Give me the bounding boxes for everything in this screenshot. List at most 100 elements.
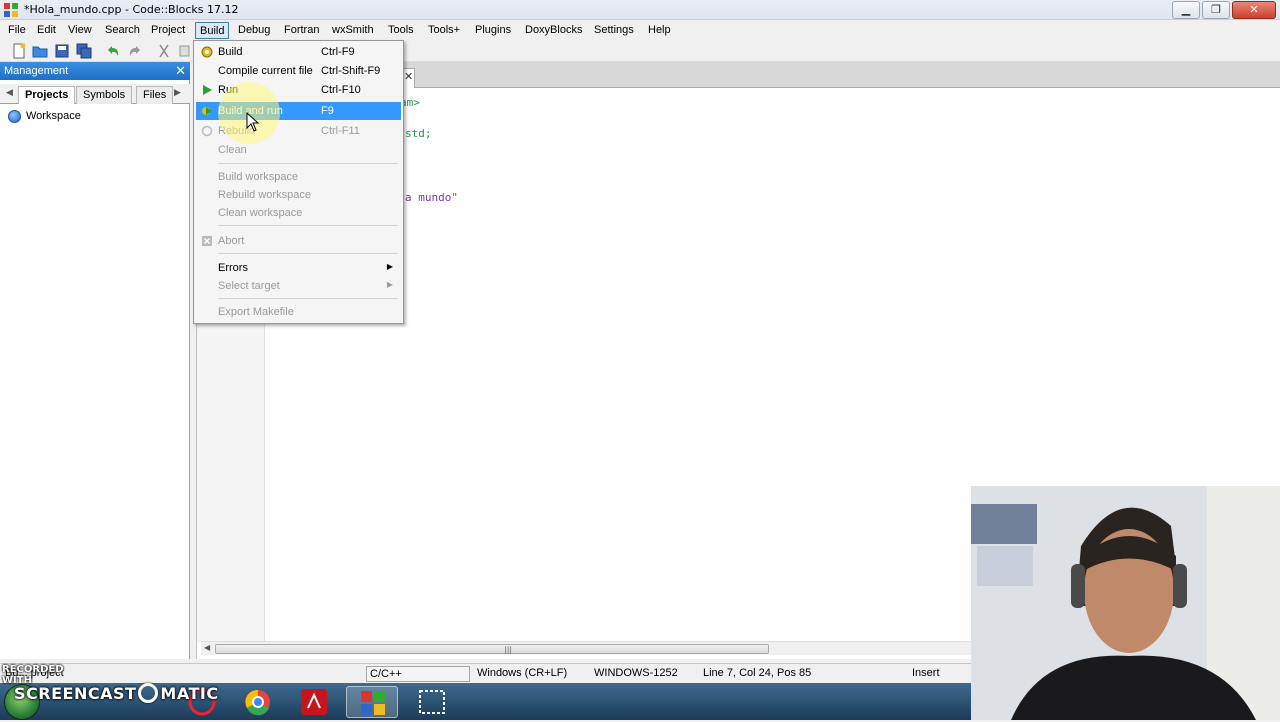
menu-item-abort[interactable]: Abort <box>196 232 401 250</box>
media-player-taskbar-icon[interactable] <box>176 686 228 718</box>
menu-separator <box>218 225 398 226</box>
management-panel: Management ✕ ◀ Projects Symbols Files ▶ … <box>0 62 190 659</box>
minimize-button[interactable]: ▁ <box>1172 1 1200 19</box>
tab-symbols[interactable]: Symbols <box>76 86 133 104</box>
acrobat-icon <box>301 689 327 715</box>
codeblocks-app-icon <box>4 3 18 17</box>
new-file-icon[interactable] <box>11 43 27 59</box>
menu-edit[interactable]: Edit <box>33 22 60 39</box>
menu-search[interactable]: Search <box>101 22 144 39</box>
menu-item-build-workspace[interactable]: Build workspace <box>196 168 401 186</box>
acrobat-taskbar-icon[interactable] <box>288 686 340 718</box>
status-line-endings: Windows (CR+LF) <box>477 667 568 679</box>
menu-item-label: Build workspace <box>218 171 299 183</box>
close-icon[interactable]: ✕ <box>404 70 413 83</box>
management-title: Management <box>4 65 69 77</box>
menu-help[interactable]: Help <box>644 22 675 39</box>
undo-icon[interactable] <box>105 43 121 59</box>
submenu-arrow-icon: ▶ <box>386 280 393 289</box>
close-icon[interactable]: ✕ <box>175 62 186 80</box>
menu-item-label: Select target <box>218 280 280 292</box>
menu-item-shortcut: Ctrl-F10 <box>321 84 361 96</box>
save-icon[interactable] <box>54 43 70 59</box>
menu-item-rebuild[interactable]: Rebuild Ctrl-F11 <box>196 122 401 140</box>
menu-item-rebuild-workspace[interactable]: Rebuild workspace <box>196 186 401 204</box>
menu-debug[interactable]: Debug <box>234 22 274 39</box>
workspace-tree-item[interactable]: Workspace <box>8 108 81 124</box>
chrome-taskbar-icon[interactable] <box>232 686 284 718</box>
menu-item-export-makefile[interactable]: Export Makefile <box>196 303 401 321</box>
menu-item-run[interactable]: Run Ctrl-F10 <box>196 81 401 99</box>
menu-item-build[interactable]: Build Ctrl-F9 <box>196 43 401 61</box>
explorer-taskbar-icon[interactable] <box>58 686 110 718</box>
menu-item-shortcut: Ctrl-F11 <box>321 125 360 137</box>
menu-item-label: Abort <box>218 235 245 247</box>
build-run-icon <box>202 107 212 115</box>
codeblocks-icon <box>361 691 385 715</box>
tab-scroll-right-icon[interactable]: ▶ <box>174 88 181 98</box>
menu-item-clean[interactable]: Clean <box>196 141 401 159</box>
minimize-icon: ▁ <box>1181 3 1191 16</box>
menu-item-label: Run <box>218 84 239 96</box>
menu-item-select-target[interactable]: Select target ▶ <box>196 277 401 295</box>
workspace-label: Workspace <box>26 110 81 122</box>
chrome-icon <box>245 689 270 716</box>
menu-tools[interactable]: Tools <box>384 22 418 39</box>
menu-project[interactable]: Project <box>147 22 189 39</box>
tab-scroll-left-icon[interactable]: ◀ <box>6 88 13 98</box>
restore-button[interactable]: ❐ <box>1202 1 1230 19</box>
menu-item-compile-current-file[interactable]: Compile current file Ctrl-Shift-F9 <box>196 62 401 80</box>
build-menu-dropdown: Build Ctrl-F9 Compile current file Ctrl-… <box>193 40 404 324</box>
open-folder-icon[interactable] <box>32 43 48 59</box>
menu-item-clean-workspace[interactable]: Clean workspace <box>196 204 401 222</box>
menu-item-label: Clean <box>218 144 247 156</box>
menu-file[interactable]: File <box>4 22 30 39</box>
cut-icon[interactable] <box>156 43 172 59</box>
menu-build[interactable]: Build <box>195 22 230 39</box>
webcam-overlay <box>971 486 1280 720</box>
menu-item-build-and-run[interactable]: Build and run F9 <box>196 102 401 120</box>
menu-item-errors[interactable]: Errors ▶ <box>196 259 401 277</box>
close-button[interactable]: ✕ <box>1232 1 1276 19</box>
snipping-tool-taskbar-icon[interactable] <box>406 686 458 718</box>
redo-icon[interactable] <box>127 43 143 59</box>
code-fragment-string: a mundo" <box>405 191 458 204</box>
menu-item-label: Compile current file <box>218 65 313 77</box>
tab-projects[interactable]: Projects <box>18 86 76 104</box>
copy-icon[interactable] <box>177 43 193 59</box>
menu-bar: File Edit View Search Project Build Debu… <box>0 20 1280 40</box>
title-bar: *Hola_mundo.cpp - Code::Blocks 17.12 ▁ ❐… <box>0 0 1280 20</box>
horizontal-scrollbar[interactable]: ◀ ||| <box>201 641 973 655</box>
submenu-arrow-icon: ▶ <box>386 262 393 271</box>
tab-files[interactable]: Files <box>136 86 174 104</box>
rebuild-icon <box>201 125 213 137</box>
status-language: C/C++ <box>366 666 470 682</box>
menu-doxyblocks[interactable]: DoxyBlocks <box>521 22 586 39</box>
menu-tools-plus[interactable]: Tools+ <box>424 22 464 39</box>
scroll-left-icon[interactable]: ◀ <box>204 643 210 652</box>
menu-item-shortcut: Ctrl-F9 <box>321 46 355 58</box>
scrollbar-thumb[interactable]: ||| <box>215 644 769 654</box>
close-icon: ✕ <box>1249 3 1259 16</box>
window-title: *Hola_mundo.cpp - Code::Blocks 17.12 <box>24 3 239 16</box>
menu-settings[interactable]: Settings <box>590 22 638 39</box>
codeblocks-taskbar-icon[interactable] <box>346 686 398 718</box>
abort-icon <box>202 236 212 246</box>
code-fragment-namespace: std; <box>405 127 432 140</box>
menu-view[interactable]: View <box>64 22 96 39</box>
menu-item-shortcut: F9 <box>321 105 334 117</box>
snipping-tool-icon <box>419 690 445 714</box>
start-button[interactable] <box>4 684 40 720</box>
menu-fortran[interactable]: Fortran <box>280 22 323 39</box>
menu-item-label: Build and run <box>218 105 283 117</box>
menu-item-label: Build <box>218 46 243 58</box>
menu-wxsmith[interactable]: wxSmith <box>328 22 378 39</box>
media-player-icon <box>188 688 216 716</box>
save-all-icon[interactable] <box>76 43 92 59</box>
management-tabs: ◀ Projects Symbols Files ▶ <box>0 84 190 104</box>
restore-icon: ❐ <box>1211 3 1221 16</box>
status-encoding: WINDOWS-1252 <box>594 667 678 679</box>
gear-icon <box>201 46 213 58</box>
grip-icon: ||| <box>504 645 513 654</box>
menu-plugins[interactable]: Plugins <box>471 22 515 39</box>
